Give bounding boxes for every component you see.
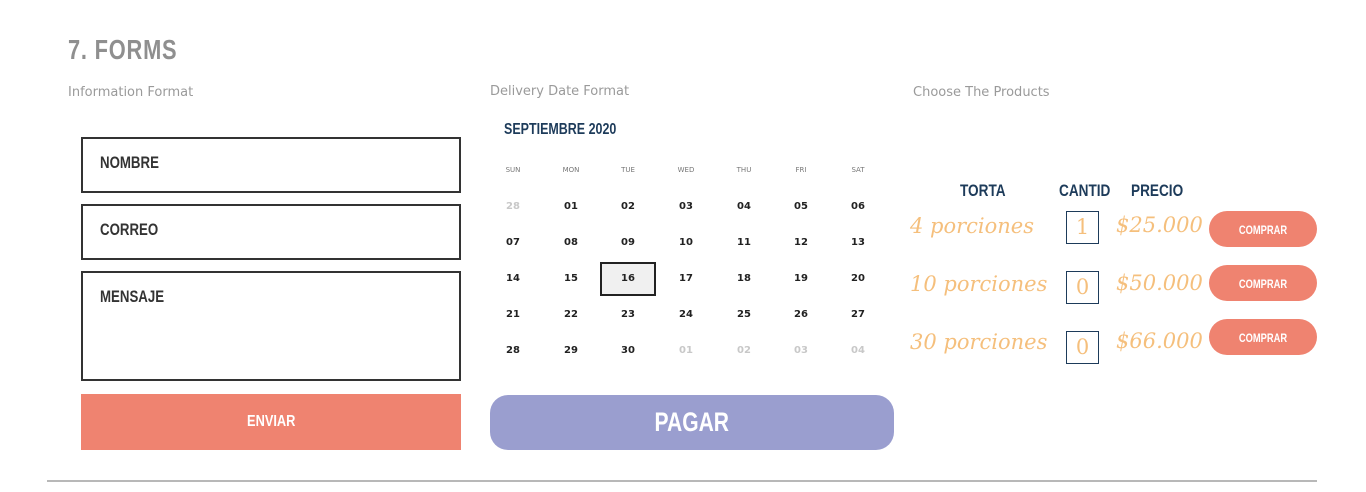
calendar-day[interactable]: 04 [716, 190, 772, 224]
product-portions: 4 porciones [910, 214, 1035, 238]
delivery-date-heading: Delivery Date Format [490, 84, 630, 99]
weekday-label: WED [677, 166, 695, 174]
calendar-day[interactable]: 05 [773, 190, 829, 224]
quantity-input[interactable]: 0 [1066, 331, 1099, 364]
calendar-day[interactable]: 19 [773, 262, 829, 296]
calendar-day[interactable]: 11 [716, 226, 772, 260]
calendar-day[interactable]: 03 [658, 190, 714, 224]
calendar-day[interactable]: 22 [543, 298, 599, 332]
column-header-product: TORTA [960, 181, 1006, 200]
calendar-day[interactable]: 15 [543, 262, 599, 296]
buy-button[interactable]: COMPRAR [1209, 211, 1317, 247]
calendar-day[interactable]: 21 [485, 298, 541, 332]
information-format-heading: Information Format [68, 85, 194, 100]
calendar-day[interactable]: 24 [658, 298, 714, 332]
quantity-input[interactable]: 1 [1066, 211, 1099, 244]
email-field[interactable]: CORREO [81, 204, 461, 260]
message-field-label: MENSAJE [100, 287, 165, 306]
calendar-day-outside-month[interactable]: 02 [716, 334, 772, 368]
email-field-label: CORREO [100, 220, 159, 239]
weekday-label: TUE [621, 166, 635, 174]
product-price: $66.000 [1116, 329, 1203, 353]
product-portions: 30 porciones [910, 330, 1048, 354]
send-button[interactable]: ENVIAR [81, 394, 461, 450]
calendar-day[interactable]: 27 [830, 298, 886, 332]
calendar-day[interactable]: 14 [485, 262, 541, 296]
calendar-day-outside-month[interactable]: 03 [773, 334, 829, 368]
calendar-day[interactable]: 06 [830, 190, 886, 224]
calendar-day[interactable]: 20 [830, 262, 886, 296]
weekday-label: FRI [795, 166, 807, 174]
calendar-day[interactable]: 10 [658, 226, 714, 260]
pay-button[interactable]: PAGAR [490, 395, 894, 450]
calendar-day-selected[interactable]: 16 [600, 262, 656, 296]
calendar-day[interactable]: 12 [773, 226, 829, 260]
calendar-day[interactable]: 30 [600, 334, 656, 368]
product-price: $25.000 [1116, 213, 1203, 237]
weekday-label: SUN [505, 166, 521, 174]
calendar-day[interactable]: 07 [485, 226, 541, 260]
section-divider [47, 480, 1317, 482]
buy-button[interactable]: COMPRAR [1209, 265, 1317, 301]
send-button-label: ENVIAR [246, 413, 296, 430]
calendar-day[interactable]: 09 [600, 226, 656, 260]
calendar-month-label: SEPTIEMBRE 2020 [504, 121, 617, 138]
name-field[interactable]: NOMBRE [81, 137, 461, 193]
weekday-label: SAT [851, 166, 865, 174]
weekday-label: THU [736, 166, 752, 174]
calendar-day[interactable]: 29 [543, 334, 599, 368]
calendar-day[interactable]: 23 [600, 298, 656, 332]
product-price: $50.000 [1116, 271, 1203, 295]
calendar-day[interactable]: 25 [716, 298, 772, 332]
message-field[interactable]: MENSAJE [81, 271, 461, 381]
calendar-day-outside-month[interactable]: 01 [658, 334, 714, 368]
calendar-day-outside-month[interactable]: 28 [485, 190, 541, 224]
calendar-day[interactable]: 08 [543, 226, 599, 260]
calendar-day[interactable]: 17 [658, 262, 714, 296]
product-portions: 10 porciones [910, 272, 1048, 296]
buy-button-label: COMPRAR [1238, 330, 1288, 345]
column-header-price: PRECIO [1131, 181, 1184, 200]
section-title: 7. FORMS [68, 34, 178, 65]
buy-button-label: COMPRAR [1238, 276, 1288, 291]
quantity-input[interactable]: 0 [1066, 271, 1099, 304]
calendar-day[interactable]: 26 [773, 298, 829, 332]
weekday-label: MON [562, 166, 580, 174]
buy-button-label: COMPRAR [1238, 222, 1288, 237]
products-heading: Choose The Products [913, 85, 1050, 100]
calendar-day[interactable]: 01 [543, 190, 599, 224]
calendar-day[interactable]: 13 [830, 226, 886, 260]
calendar-day-outside-month[interactable]: 04 [830, 334, 886, 368]
buy-button[interactable]: COMPRAR [1209, 319, 1317, 355]
column-header-quantity: CANTID [1059, 181, 1111, 200]
calendar-day[interactable]: 18 [716, 262, 772, 296]
name-field-label: NOMBRE [100, 153, 159, 172]
pay-button-label: PAGAR [654, 407, 730, 437]
calendar-day[interactable]: 02 [600, 190, 656, 224]
calendar-day[interactable]: 28 [485, 334, 541, 368]
